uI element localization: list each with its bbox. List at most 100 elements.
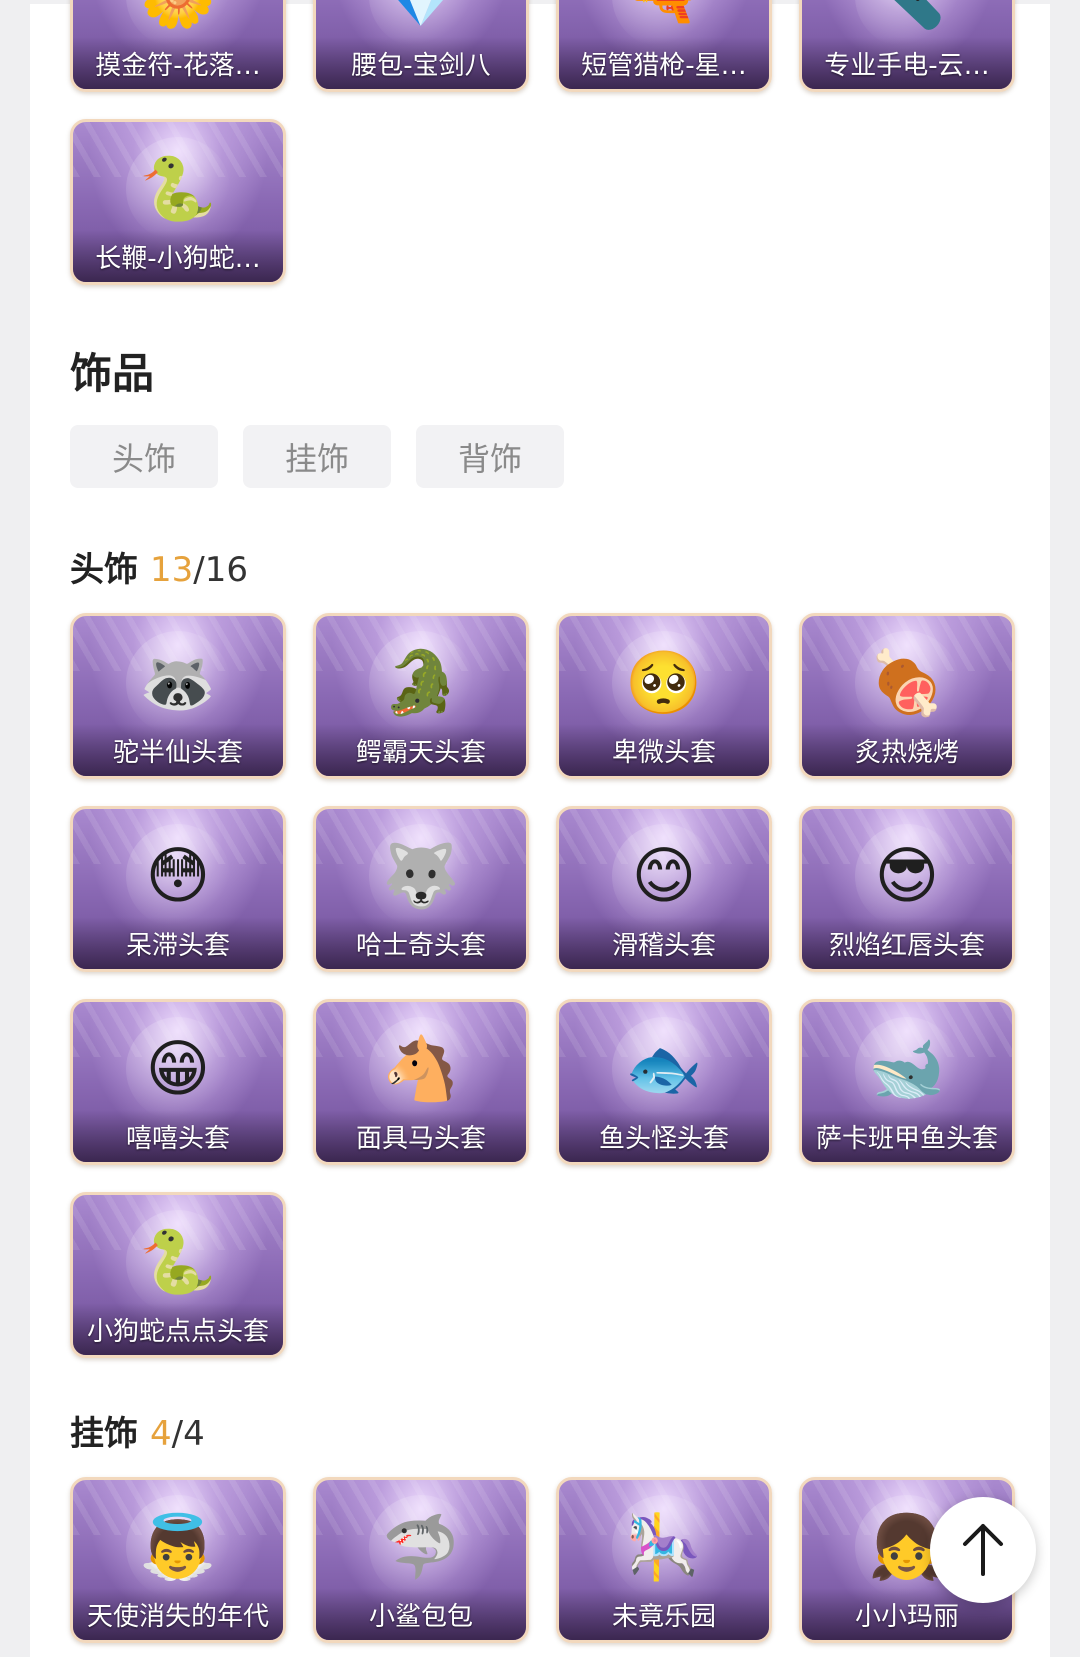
scroll-to-top-button[interactable]: [930, 1497, 1036, 1603]
shark-bag-icon: 🦈: [369, 1495, 473, 1600]
headwear-grid: 🦝 驼半仙头套 🐊 鳄霸天头套 🥺 卑微头套 🍖 炙热烧烤 😳 呆滞头套 🐺 哈士奇头套 😊 滑稽头套 😎 烈…: [70, 613, 1020, 1358]
item-card-label: 鳄霸天头套: [355, 737, 486, 768]
item-card-label: 小小玛丽: [854, 1601, 959, 1632]
item-card-label: 驼半仙头套: [112, 737, 243, 768]
headwear-title: 头饰: [70, 550, 138, 590]
item-card[interactable]: 😳 呆滞头套: [70, 806, 286, 972]
pendant-title: 挂饰: [70, 1414, 138, 1454]
item-card[interactable]: 🥺 卑微头套: [556, 613, 772, 779]
item-card-label: 卑微头套: [611, 737, 716, 768]
item-card-label: 滑稽头套: [611, 930, 716, 961]
barbecue-mask-icon: 🍖: [855, 631, 959, 736]
item-card[interactable]: 🦈 小鲨包包: [313, 1477, 529, 1643]
headwear-heading: 头饰 13/16: [70, 542, 248, 591]
section-title-accessories: 饰品: [70, 349, 155, 398]
item-card-label-wrap: 小鲨包包: [316, 1588, 526, 1640]
item-card[interactable]: 🐟 鱼头怪头套: [556, 999, 772, 1165]
item-card-label-wrap: 未竟乐园: [559, 1588, 769, 1640]
item-card[interactable]: 🔦专业手电-云…: [799, 0, 1015, 92]
item-card-label: 小鲨包包: [368, 1601, 473, 1632]
item-card-label: 嘻嘻头套: [125, 1123, 230, 1154]
item-card-label: 萨卡班甲鱼头套: [815, 1123, 998, 1154]
item-card[interactable]: 🐴 面具马头套: [313, 999, 529, 1165]
pendant-heading: 挂饰 4/4: [70, 1406, 205, 1455]
fish-head-mask-icon: 🐟: [612, 1017, 716, 1122]
item-card-label-wrap: 长鞭-小狗蛇…: [73, 230, 283, 282]
crocodile-mask-icon: 🐊: [369, 631, 473, 736]
item-card-label-wrap: 专业手电-云…: [802, 37, 1012, 89]
item-card-label-wrap: 嘻嘻头套: [73, 1110, 283, 1162]
snake-mask-icon: 🐍: [126, 1210, 230, 1315]
husky-mask-icon: 🐺: [369, 824, 473, 929]
item-card-label-wrap: 鳄霸天头套: [316, 724, 526, 776]
item-card-label: 摸金符-花落…: [95, 50, 261, 81]
item-card-label-wrap: 炙热烧烤: [802, 724, 1012, 776]
item-card-label-wrap: 哈士奇头套: [316, 917, 526, 969]
raccoon-mask-icon: 🦝: [126, 631, 230, 736]
item-card[interactable]: 😊 滑稽头套: [556, 806, 772, 972]
headwear-owned-count: 13: [150, 550, 194, 590]
weapon-skin-grid: 🌼摸金符-花落… 💎腰包-宝剑八 🔫短管猎枪-星… 🔦专业手电-云… 🐍长鞭-小狗蛇…: [70, 0, 1020, 285]
item-card-label: 长鞭-小狗蛇…: [95, 243, 261, 274]
grin-emoji-mask-icon: 😁: [126, 1017, 230, 1122]
item-card-label: 鱼头怪头套: [598, 1123, 729, 1154]
item-card-label-wrap: 烈焰红唇头套: [802, 917, 1012, 969]
item-card-label-wrap: 腰包-宝剑八: [316, 37, 526, 89]
item-card-label: 炙热烧烤: [854, 737, 959, 768]
item-card-label-wrap: 天使消失的年代: [73, 1588, 283, 1640]
item-card[interactable]: 💎腰包-宝剑八: [313, 0, 529, 92]
item-card-label-wrap: 呆滞头套: [73, 917, 283, 969]
item-card[interactable]: 🐋 萨卡班甲鱼头套: [799, 999, 1015, 1165]
item-card[interactable]: 🐊 鳄霸天头套: [313, 613, 529, 779]
item-card-label: 呆滞头套: [125, 930, 230, 961]
item-card-label-wrap: 摸金符-花落…: [73, 37, 283, 89]
tab-headwear[interactable]: 头饰: [70, 425, 218, 488]
item-card[interactable]: 😁 嘻嘻头套: [70, 999, 286, 1165]
item-card[interactable]: 😎 烈焰红唇头套: [799, 806, 1015, 972]
item-card[interactable]: 🌼摸金符-花落…: [70, 0, 286, 92]
pendant-count: 4/4: [150, 1414, 205, 1454]
item-card[interactable]: 🍖 炙热烧烤: [799, 613, 1015, 779]
whip-snake-icon: 🐍: [126, 137, 230, 242]
item-card-label: 烈焰红唇头套: [828, 930, 985, 961]
item-card-label-wrap: 小狗蛇点点头套: [73, 1303, 283, 1355]
item-card-label: 未竟乐园: [611, 1601, 716, 1632]
item-card-label-wrap: 卑微头套: [559, 724, 769, 776]
paradise-doll-icon: 🎠: [612, 1495, 716, 1600]
accessory-filter-tabs: 头饰 挂饰 背饰: [70, 425, 564, 488]
humble-emoji-mask-icon: 🥺: [612, 631, 716, 736]
tab-pendant[interactable]: 挂饰: [243, 425, 391, 488]
headwear-count: 13/16: [150, 550, 248, 590]
pendant-total-count: /4: [171, 1414, 205, 1454]
item-card[interactable]: 🐍 小狗蛇点点头套: [70, 1192, 286, 1358]
item-card[interactable]: 🎠 未竟乐园: [556, 1477, 772, 1643]
item-card-label-wrap: 面具马头套: [316, 1110, 526, 1162]
item-card-label-wrap: 鱼头怪头套: [559, 1110, 769, 1162]
funny-emoji-mask-icon: 😊: [612, 824, 716, 929]
item-card-label: 哈士奇头套: [355, 930, 486, 961]
item-card-label-wrap: 滑稽头套: [559, 917, 769, 969]
item-card-label: 小狗蛇点点头套: [86, 1316, 269, 1347]
dazed-emoji-mask-icon: 😳: [126, 824, 230, 929]
item-card[interactable]: 🐺 哈士奇头套: [313, 806, 529, 972]
item-card[interactable]: 🔫短管猎枪-星…: [556, 0, 772, 92]
horse-mask-icon: 🐴: [369, 1017, 473, 1122]
item-card[interactable]: 🦝 驼半仙头套: [70, 613, 286, 779]
item-card-label: 专业手电-云…: [824, 50, 990, 81]
item-card[interactable]: 🐍 长鞭-小狗蛇…: [70, 119, 286, 285]
angel-doll-icon: 👼: [126, 1495, 230, 1600]
item-card-label-wrap: 短管猎枪-星…: [559, 37, 769, 89]
item-card-label: 短管猎枪-星…: [581, 50, 747, 81]
item-card[interactable]: 👼 天使消失的年代: [70, 1477, 286, 1643]
arrow-up-icon: [963, 1524, 1003, 1576]
headwear-total-count: /16: [193, 550, 248, 590]
pendant-grid: 👼 天使消失的年代 🦈 小鲨包包 🎠 未竟乐园 👧 小小玛丽: [70, 1477, 1020, 1643]
item-card-label: 腰包-宝剑八: [351, 50, 491, 81]
pendant-owned-count: 4: [150, 1414, 172, 1454]
sacabambaspis-mask-icon: 🐋: [855, 1017, 959, 1122]
item-card-label-wrap: 驼半仙头套: [73, 724, 283, 776]
tab-backwear[interactable]: 背饰: [416, 425, 564, 488]
item-card-label: 天使消失的年代: [86, 1601, 269, 1632]
item-card-label: 面具马头套: [355, 1123, 486, 1154]
item-card-label-wrap: 萨卡班甲鱼头套: [802, 1110, 1012, 1162]
